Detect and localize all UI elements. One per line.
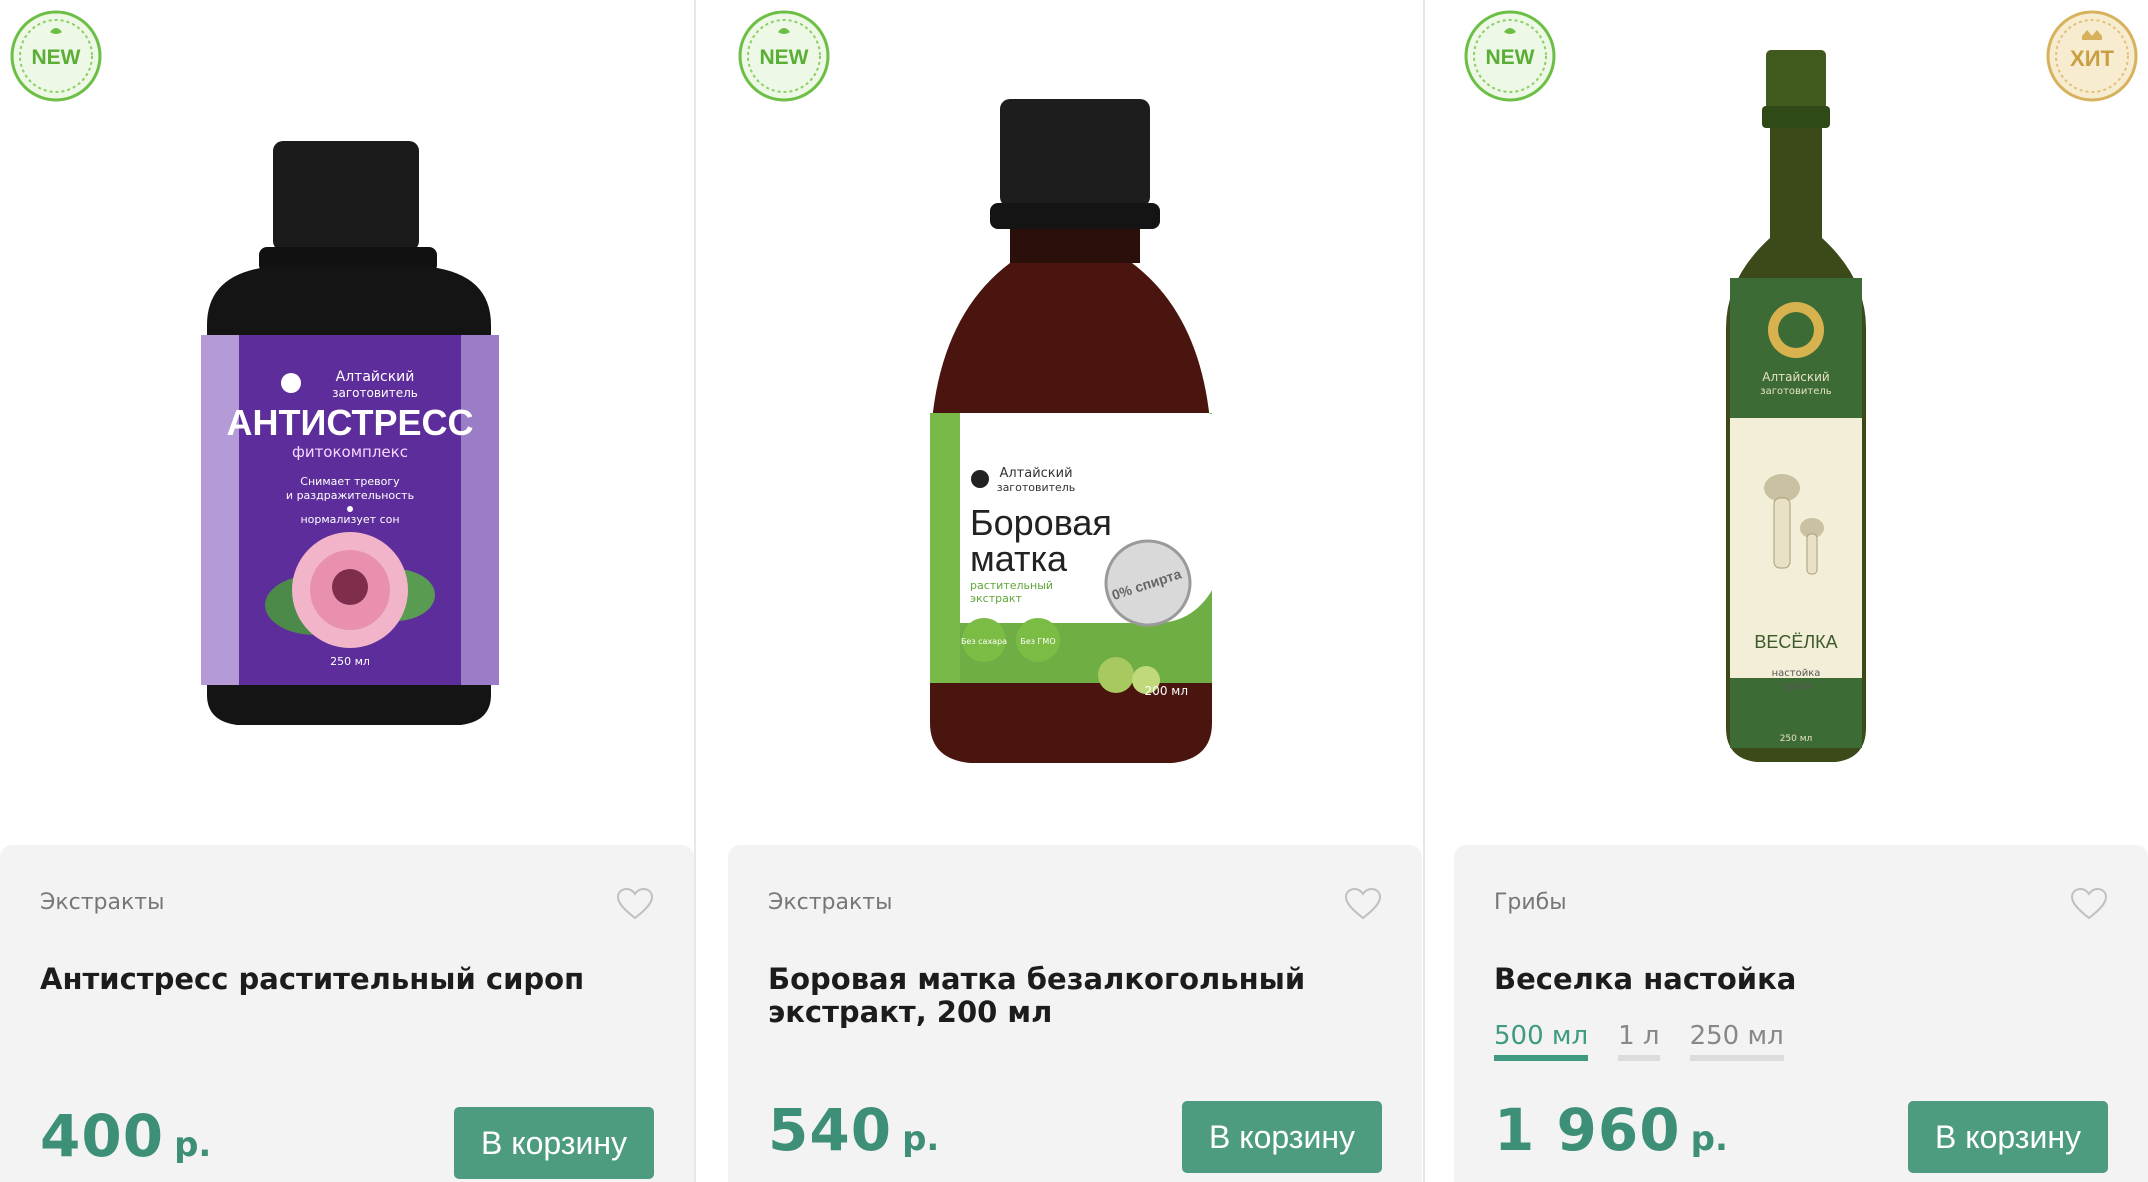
product-price: 400 р. [40,1102,211,1170]
column-divider [1423,0,1425,1182]
new-badge: NEW [738,10,830,102]
product-card[interactable]: NEW ХИТ Алтайский заготовитель ВЕСЁЛКА н… [1454,0,2148,1182]
svg-text:ВЕСЁЛКА: ВЕСЁЛКА [1754,632,1837,652]
svg-text:Без ГМО: Без ГМО [1020,637,1055,646]
volume-option-500ml[interactable]: 500 мл [1494,1021,1589,1061]
svg-text:экстракт: экстракт [970,592,1023,605]
svg-text:NEW: NEW [760,46,809,69]
product-price: 1 960 р. [1494,1096,1728,1164]
svg-text:фитокомплекс: фитокомплекс [292,443,408,461]
svg-text:нормализует сон: нормализует сон [300,513,399,526]
price-value: 1 960 [1494,1096,1681,1164]
price-value: 400 [40,1102,165,1170]
product-info: Экстракты Антистресс растительный сироп … [0,845,694,1182]
price-currency: р. [902,1119,940,1159]
product-price: 540 р. [768,1096,939,1164]
favorite-heart-icon[interactable] [2070,887,2108,921]
product-title[interactable]: Веселка настойка [1494,962,2054,996]
svg-text:настойка: настойка [1772,668,1821,679]
product-category[interactable]: Грибы [1494,890,1567,915]
svg-text:растительный: растительный [970,579,1053,592]
volume-option-1l[interactable]: 1 л [1618,1021,1660,1061]
svg-text:Боровая: Боровая [970,502,1112,543]
svg-text:заготовитель: заготовитель [332,386,418,400]
veselka-bottle: Алтайский заготовитель ВЕСЁЛКА настойка … [1726,50,1866,762]
add-to-cart-button[interactable]: В корзину [454,1107,654,1179]
product-category[interactable]: Экстракты [40,890,164,915]
product-grid: NEW Алтайский заготовитель АНТИСТРЕСС фи… [0,0,2148,1182]
svg-text:гриба: гриба [1781,681,1811,692]
new-badge: NEW [1464,10,1556,102]
favorite-heart-icon[interactable] [616,887,654,921]
product-info: Экстракты Боровая матка безалкогольный э… [728,845,1422,1182]
column-divider [694,0,696,1182]
antistress-bottle: Алтайский заготовитель АНТИСТРЕСС фитоко… [201,141,499,725]
svg-text:АНТИСТРЕСС: АНТИСТРЕСС [227,402,474,443]
svg-text:Без сахара: Без сахара [961,637,1007,646]
svg-text:Алтайский: Алтайский [999,466,1072,481]
svg-text:Алтайский: Алтайский [1762,370,1829,384]
product-image[interactable]: NEW Алтайский заготовитель Боровая матка… [728,0,1422,845]
svg-text:и раздражительность: и раздражительность [286,489,414,502]
svg-text:Снимает тревогу: Снимает тревогу [300,475,400,488]
favorite-heart-icon[interactable] [1344,887,1382,921]
price-currency: р. [174,1125,212,1165]
new-badge: NEW [10,10,102,102]
product-card[interactable]: NEW Алтайский заготовитель АНТИСТРЕСС фи… [0,0,694,1182]
svg-text:NEW: NEW [32,46,81,69]
product-image[interactable]: NEW ХИТ Алтайский заготовитель ВЕСЁЛКА н… [1454,0,2148,845]
svg-text:NEW: NEW [1486,46,1535,69]
svg-text:матка: матка [970,538,1068,579]
svg-text:заготовитель: заготовитель [997,481,1076,494]
product-info: Грибы Веселка настойка 500 мл 1 л 250 мл… [1454,845,2148,1182]
svg-text:250 мл: 250 мл [330,655,370,668]
volume-option-250ml[interactable]: 250 мл [1689,1021,1784,1061]
volume-selector: 500 мл 1 л 250 мл [1494,1021,1784,1061]
product-title[interactable]: Антистресс растительный сироп [40,962,600,996]
svg-text:ХИТ: ХИТ [2070,46,2114,71]
hit-badge: ХИТ [2046,10,2138,102]
svg-text:заготовитель: заготовитель [1760,386,1832,397]
price-value: 540 [768,1096,893,1164]
price-currency: р. [1690,1119,1728,1159]
add-to-cart-button[interactable]: В корзину [1182,1101,1382,1173]
product-card[interactable]: NEW Алтайский заготовитель Боровая матка… [728,0,1422,1182]
product-title[interactable]: Боровая матка безалкогольный экстракт, 2… [768,962,1328,1030]
product-image[interactable]: NEW Алтайский заготовитель АНТИСТРЕСС фи… [0,0,694,845]
svg-text:200 мл: 200 мл [1145,684,1188,698]
svg-text:250 мл: 250 мл [1780,734,1813,744]
add-to-cart-button[interactable]: В корзину [1908,1101,2108,1173]
product-category[interactable]: Экстракты [768,890,892,915]
borovaya-matka-bottle: Алтайский заготовитель Боровая матка рас… [930,99,1216,763]
svg-text:Алтайский: Алтайский [336,369,415,385]
